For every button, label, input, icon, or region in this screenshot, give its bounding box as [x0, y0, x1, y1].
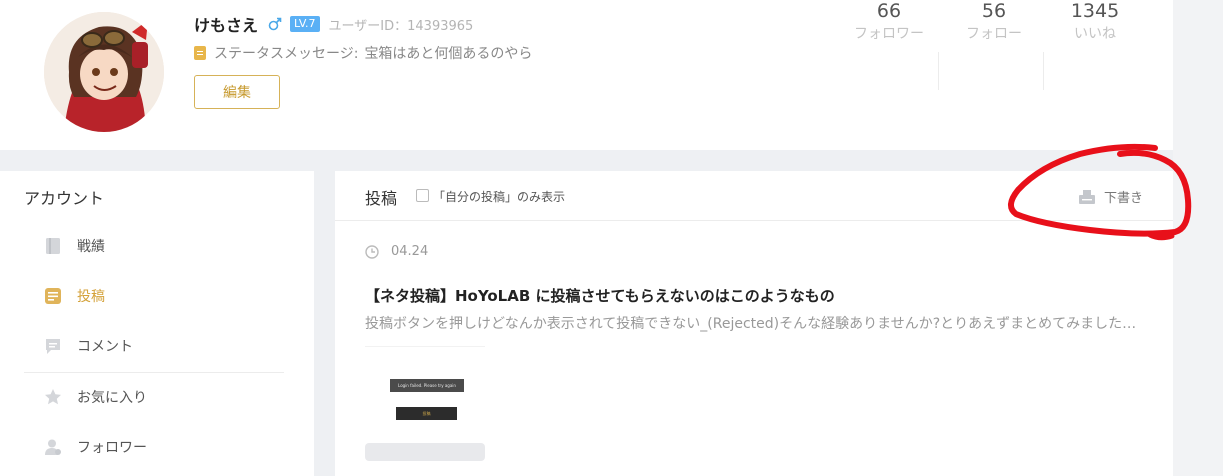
post-thumbnail[interactable]: Login failed. Please try again 投稿	[365, 346, 485, 461]
post-title[interactable]: 【ネタ投稿】HoYoLAB に投稿させてもらえないのはこのようなもの	[365, 285, 835, 306]
drafts-button[interactable]: 下書き	[1078, 187, 1143, 206]
avatar[interactable]	[44, 12, 164, 132]
likes-label: いいね	[1074, 26, 1116, 42]
sidebar-item-comments[interactable]: コメント	[44, 334, 133, 358]
stat-following[interactable]: 56 フォロー	[954, 0, 1034, 43]
user-icon	[45, 439, 61, 455]
sidebar-item-label: コメント	[77, 339, 133, 355]
user-id: ユーザーID：14393965	[328, 18, 474, 34]
clock-icon	[365, 244, 379, 259]
star-icon	[45, 389, 61, 405]
scroll-area	[1173, 0, 1223, 476]
stat-likes[interactable]: 1345 いいね	[1055, 0, 1135, 43]
status-label: ステータスメッセージ:	[214, 46, 359, 62]
followers-count: 66	[876, 0, 902, 22]
sidebar-item-followers[interactable]: フォロワー	[44, 435, 147, 459]
sidebar-item-records[interactable]: 戦績	[44, 234, 105, 258]
draft-icon	[1078, 189, 1095, 204]
book-icon	[46, 238, 60, 254]
sidebar-item-posts[interactable]: 投稿	[44, 284, 105, 308]
account-sidebar: アカウント 戦績 投稿 コメント お気に入り フォロワー	[0, 171, 314, 476]
male-icon	[268, 17, 282, 31]
thumbnail-post-button: 投稿	[396, 407, 457, 420]
post-snippet[interactable]: 投稿ボタンを押しけどなんか表示されて投稿できない_(Rejected)そんな経験…	[365, 313, 1145, 333]
sidebar-item-label: 戦績	[77, 239, 105, 255]
level-badge: LV.7	[290, 16, 320, 32]
posts-panel: 投稿 「自分の投稿」のみ表示 下書き 04.24 【ネタ投稿】HoYoLAB に…	[335, 171, 1173, 476]
divider	[1043, 52, 1044, 90]
posts-title: 投稿	[365, 189, 398, 208]
sidebar-title: アカウント	[24, 189, 105, 208]
profile-header: けもさえ LV.7 ユーザーID：14393965 ステータスメッセージ: 宝箱…	[0, 0, 1173, 150]
edit-button[interactable]: 編集	[194, 75, 280, 109]
note-icon	[194, 46, 206, 60]
sidebar-divider	[24, 372, 284, 373]
divider	[938, 52, 939, 90]
sidebar-item-label: フォロワー	[77, 440, 147, 456]
own-posts-checkbox-label[interactable]: 「自分の投稿」のみ表示	[433, 188, 565, 205]
likes-count: 1345	[1070, 0, 1120, 22]
sidebar-item-label: 投稿	[77, 289, 105, 305]
username: けもさえ	[194, 16, 259, 35]
post-icon	[45, 288, 61, 304]
status-message: 宝箱はあと何個あるのやら	[364, 46, 533, 62]
following-count: 56	[981, 0, 1007, 22]
sidebar-item-favorites[interactable]: お気に入り	[44, 385, 147, 409]
comment-icon	[46, 339, 60, 354]
posts-header: 投稿 「自分の投稿」のみ表示 下書き	[335, 171, 1173, 221]
post-date-row: 04.24	[365, 244, 428, 259]
drafts-label: 下書き	[1103, 191, 1143, 206]
following-label: フォロー	[966, 26, 1022, 42]
post-date: 04.24	[391, 244, 429, 259]
thumbnail-error-text: Login failed. Please try again	[390, 379, 464, 392]
followers-label: フォロワー	[854, 26, 924, 42]
stat-followers[interactable]: 66 フォロワー	[849, 0, 929, 43]
sidebar-item-label: お気に入り	[77, 390, 147, 406]
thumbnail-footer	[365, 443, 485, 461]
own-posts-checkbox[interactable]	[416, 189, 429, 202]
